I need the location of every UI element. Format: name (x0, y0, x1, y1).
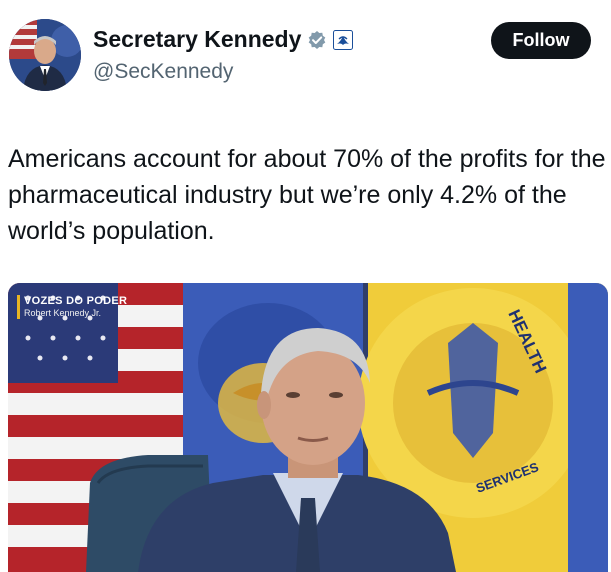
overlay-subtitle: Robert Kennedy Jr. (24, 308, 102, 318)
overlay-title: VOZES DO PODER (24, 295, 128, 307)
video-caption-overlay: VOZES DO PODER Robert Kennedy Jr. (17, 295, 127, 319)
tweet-media-image[interactable]: HEALTH SERVICES (8, 283, 608, 572)
avatar[interactable] (9, 19, 81, 91)
follow-button[interactable]: Follow (491, 22, 591, 59)
author-handle[interactable]: @SecKennedy (93, 60, 233, 84)
tweet-text: Americans account for about 70% of the p… (8, 145, 606, 245)
author-name-row: Secretary Kennedy (93, 26, 354, 53)
hhs-eagle-icon (333, 29, 354, 50)
author-name[interactable]: Secretary Kennedy (93, 26, 301, 53)
verified-badge-icon (307, 30, 327, 50)
